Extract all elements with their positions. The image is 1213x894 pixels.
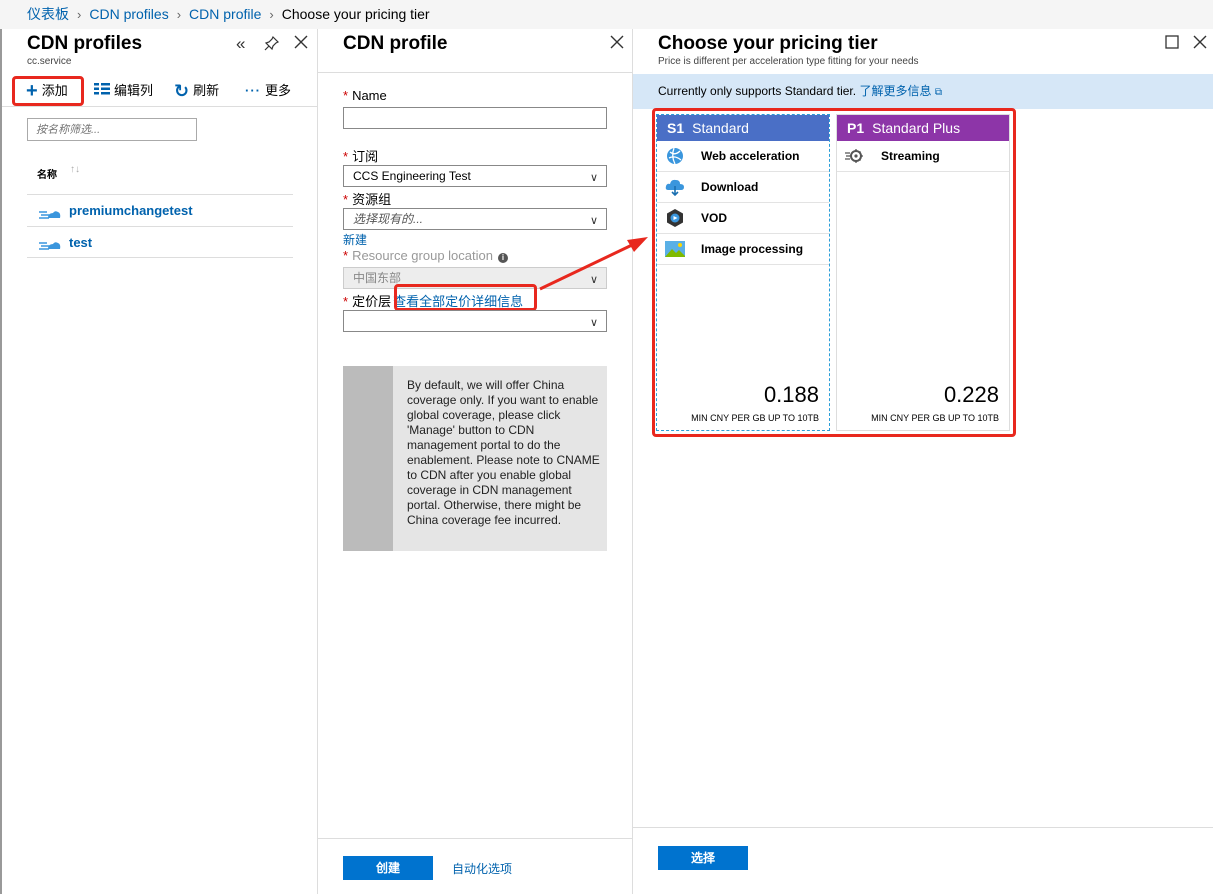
chevron-right-icon: › — [176, 7, 182, 22]
footer-divider — [633, 827, 1213, 828]
refresh-label: 刷新 — [193, 83, 220, 98]
chevron-down-icon: ∨ — [589, 274, 598, 286]
breadcrumb: 仪表板 › CDN profiles › CDN profile › Choose your… — [0, 0, 1213, 29]
subscription-select[interactable]: CCS Engineering Test ∨ — [343, 165, 607, 187]
chevron-right-icon: › — [77, 7, 82, 22]
row-name: premiumchangetest — [69, 203, 193, 218]
cdn-cloud-icon — [39, 237, 61, 250]
blade-subtitle: Price is different per acceleration type… — [658, 56, 919, 67]
filter-input[interactable] — [27, 118, 197, 141]
toolbar: + 添加 编辑列 ↻ 刷新 ··· 更多 — [2, 73, 318, 107]
pricing-tier-blade: Choose your pricing tier Price is differ… — [633, 29, 1213, 894]
pricing-tier-select[interactable]: ∨ — [343, 310, 607, 332]
chevron-down-icon: ∨ — [589, 317, 598, 329]
info-side-bar — [343, 366, 393, 551]
cdn-profiles-blade: CDN profiles cc.service « + 添加 编辑列 ↻ 刷新 ··… — [0, 29, 318, 894]
breadcrumb-current: Choose your pricing tier — [281, 6, 430, 22]
resource-group-select[interactable]: 选择现有的... ∨ — [343, 208, 607, 230]
refresh-icon: ↻ — [174, 81, 190, 101]
automation-options-link[interactable]: 自动化选项 — [452, 860, 512, 877]
create-new-link[interactable]: 新建 — [343, 231, 367, 248]
more-icon: ··· — [245, 83, 261, 98]
blade-title: CDN profile — [343, 33, 448, 54]
resource-group-placeholder: 选择现有的... — [353, 212, 424, 226]
blade-subtitle: cc.service — [27, 56, 72, 67]
learn-more-link[interactable]: 了解更多信息 ⧉ — [859, 84, 942, 98]
table-row[interactable]: test — [27, 226, 293, 258]
columns-icon — [94, 79, 110, 103]
edit-columns-button[interactable]: 编辑列 — [94, 79, 153, 103]
create-button[interactable]: 创建 — [343, 856, 433, 880]
breadcrumb-cdn-profile[interactable]: CDN profile — [189, 6, 261, 22]
close-icon[interactable] — [1193, 35, 1207, 53]
blade-title: CDN profiles — [27, 33, 143, 54]
breadcrumb-dashboard[interactable]: 仪表板 — [27, 6, 69, 22]
collapse-icon[interactable]: « — [236, 35, 245, 52]
table-row[interactable]: premiumchangetest — [27, 194, 293, 226]
coverage-info-box: By default, we will offer China coverage… — [343, 366, 607, 551]
footer-divider — [318, 838, 632, 839]
subscription-label: * 订阅 — [343, 149, 379, 164]
info-text: By default, we will offer China coverage… — [407, 378, 600, 527]
external-link-icon: ⧉ — [934, 87, 942, 98]
info-icon[interactable]: i — [497, 253, 508, 263]
pin-icon[interactable] — [264, 35, 280, 55]
edit-columns-label: 编辑列 — [114, 83, 154, 98]
notice-text: Currently only supports Standard tier. — [658, 84, 857, 98]
highlight-box — [652, 108, 1016, 437]
close-icon[interactable] — [610, 35, 624, 53]
breadcrumb-cdn-profiles[interactable]: CDN profiles — [89, 6, 168, 22]
highlight-box — [394, 284, 537, 311]
cdn-profile-blade: CDN profile * Name * 订阅 CCS Engineering Te… — [318, 29, 633, 894]
close-icon[interactable] — [294, 35, 308, 53]
location-label: * Resource group location i — [343, 248, 508, 263]
cdn-cloud-icon — [39, 206, 61, 219]
more-label: 更多 — [265, 83, 292, 98]
select-button[interactable]: 选择 — [658, 846, 748, 870]
name-label: * Name — [343, 88, 387, 103]
header-divider — [318, 72, 632, 73]
chevron-down-icon: ∨ — [589, 172, 598, 184]
maximize-icon[interactable] — [1165, 35, 1179, 53]
more-button[interactable]: ··· 更多 — [245, 79, 291, 103]
sort-icon[interactable]: ↑↓ — [70, 164, 80, 175]
chevron-down-icon: ∨ — [589, 215, 598, 227]
highlight-box — [12, 76, 84, 106]
notice-banner: Currently only supports Standard tier. 了… — [633, 74, 1213, 109]
subscription-value: CCS Engineering Test — [353, 169, 471, 183]
chevron-right-icon: › — [269, 7, 274, 22]
row-name: test — [69, 234, 93, 250]
name-input[interactable] — [343, 107, 607, 129]
refresh-button[interactable]: ↻ 刷新 — [174, 79, 219, 103]
resource-group-label: * 资源组 — [343, 192, 392, 207]
location-value: 中国东部 — [353, 271, 402, 285]
blade-title: Choose your pricing tier — [658, 33, 878, 54]
column-header-name[interactable]: 名称 — [37, 166, 57, 181]
